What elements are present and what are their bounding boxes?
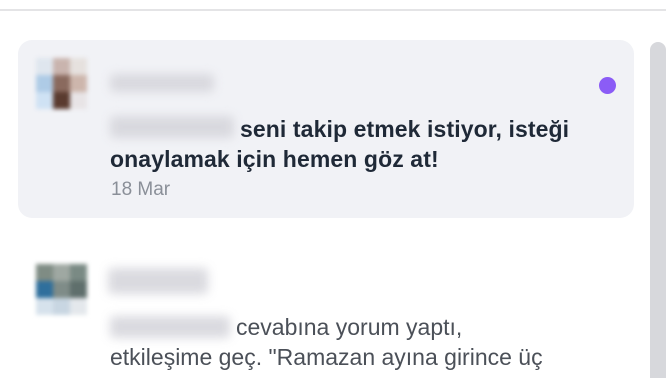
top-divider	[0, 9, 666, 11]
notification-item-reply-comment[interactable]: cevabına yorum yaptı, etkileşime geç. "R…	[18, 240, 634, 390]
notification-date: 18 Mar	[111, 179, 171, 200]
notification-message-line2: etkileşime geç. "Ramazan ayına girince ü…	[110, 344, 543, 370]
redacted-username-inline	[110, 116, 234, 138]
notification-item-follow-request[interactable]: seni takip etmek istiyor, isteği onaylam…	[18, 40, 634, 218]
redacted-username	[110, 74, 214, 92]
avatar[interactable]	[36, 264, 88, 316]
notification-message-line1: cevabına yorum yaptı,	[236, 314, 463, 340]
redacted-username-inline	[110, 316, 230, 338]
redacted-username	[108, 268, 208, 294]
avatar[interactable]	[36, 58, 88, 110]
notification-message-line1: seni takip etmek istiyor, isteği	[240, 116, 570, 142]
unread-dot-icon	[599, 77, 616, 94]
scrollbar[interactable]	[650, 42, 666, 378]
notification-message-line2: onaylamak için hemen göz at!	[110, 146, 439, 172]
